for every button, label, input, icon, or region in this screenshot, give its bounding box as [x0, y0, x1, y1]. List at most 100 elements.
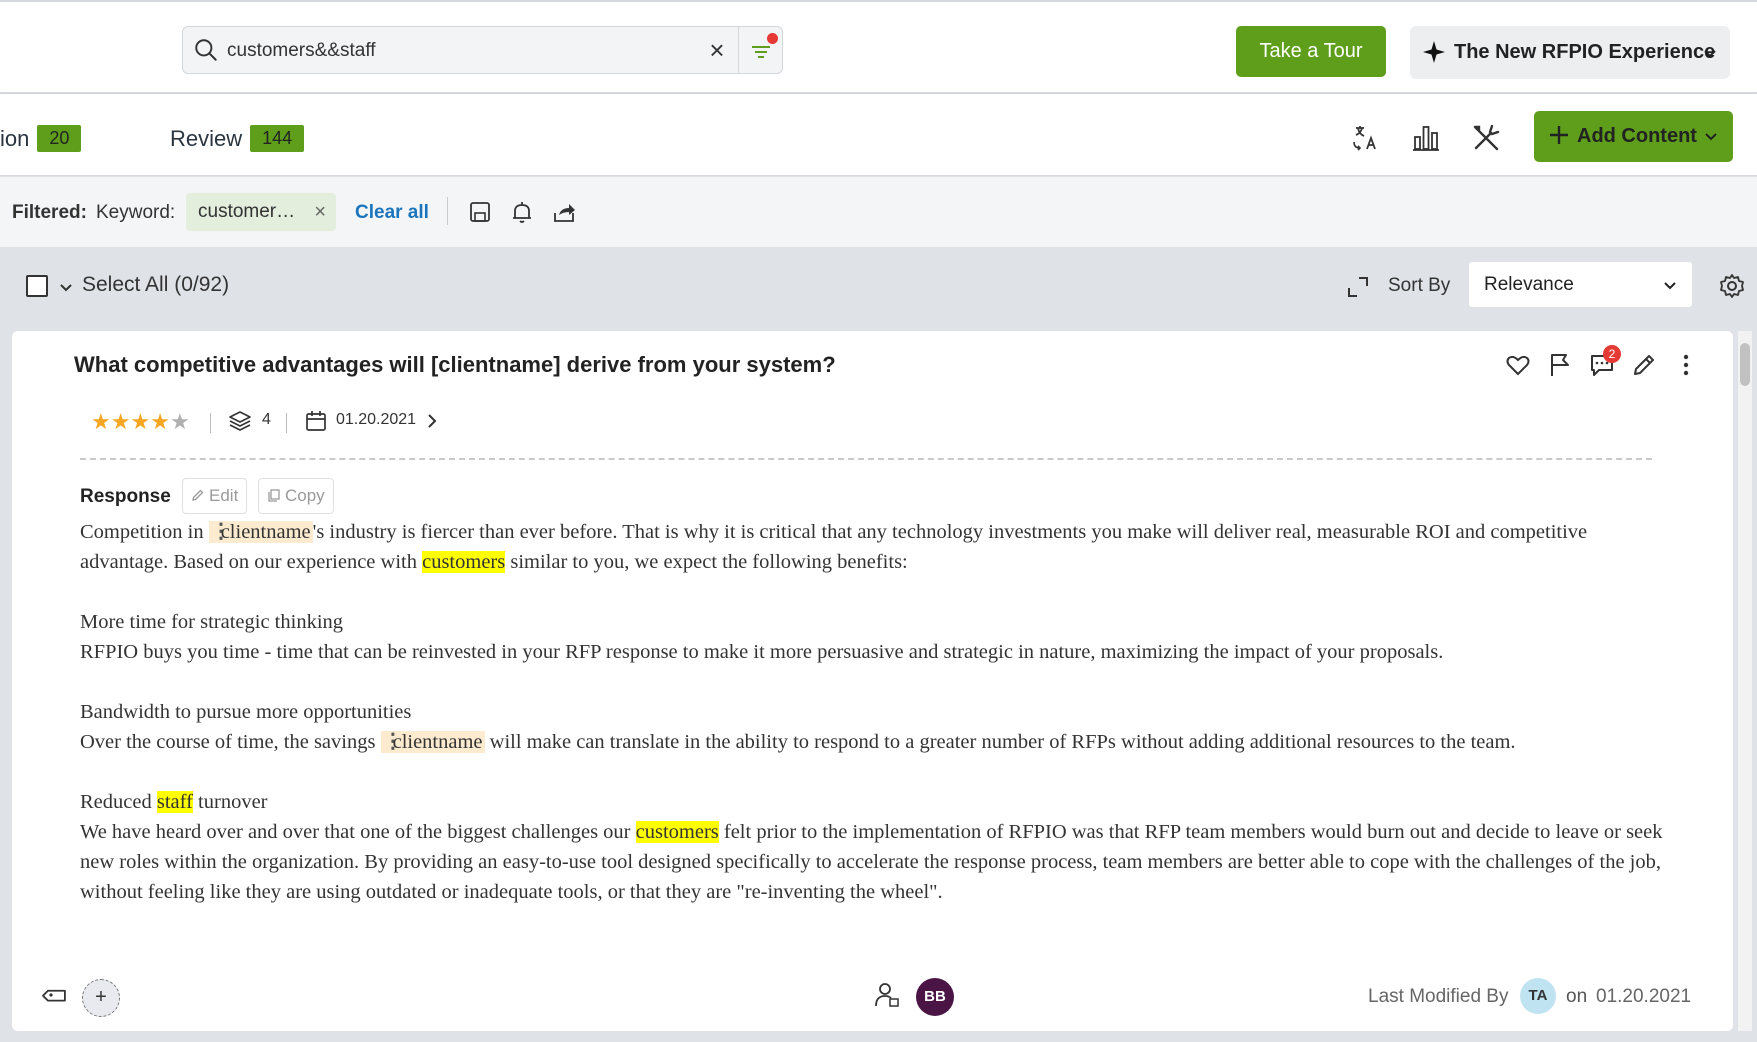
more-options-icon[interactable]: [1672, 351, 1700, 379]
copy-label: Copy: [285, 486, 325, 505]
chevron-down-icon: [1705, 133, 1717, 141]
chevron-right-icon[interactable]: [424, 413, 440, 429]
comment-count-badge: 2: [1603, 345, 1621, 363]
response-heading: More time for strategic thinking: [80, 611, 344, 633]
keyword-label: Keyword:: [96, 202, 176, 223]
edit-icon[interactable]: [1630, 351, 1658, 379]
sort-by-label: Sort By: [1388, 275, 1451, 296]
search-input[interactable]: customers&&staff: [227, 40, 376, 62]
star-icon: ★: [110, 409, 131, 434]
response-body: Competition in ⋮clientname's industry is…: [80, 517, 1670, 907]
drag-handle-icon: ⋮: [382, 730, 404, 753]
add-content-button[interactable]: Add Content: [1534, 111, 1733, 162]
keyword-highlight: customers: [422, 551, 506, 573]
card-date: 01.20.2021: [336, 411, 417, 428]
expand-icon[interactable]: [1345, 274, 1371, 300]
chevron-down-icon: [1664, 282, 1676, 290]
owner-avatar[interactable]: BB: [916, 978, 954, 1016]
share-icon[interactable]: [551, 199, 577, 225]
new-experience-button[interactable]: The New RFPIO Experience: [1410, 26, 1730, 79]
edit-label: Edit: [209, 486, 239, 505]
gear-icon[interactable]: [1718, 272, 1746, 300]
calendar-icon: [306, 411, 326, 431]
drag-handle-icon: ⋮: [210, 520, 232, 543]
text-run: Over the course of time, the savings: [80, 731, 381, 753]
clear-all-link[interactable]: Clear all: [355, 202, 429, 224]
text-run: will make can translate in the ability t…: [484, 731, 1516, 753]
response-heading: Reduced staff turnover: [80, 787, 1670, 817]
flag-icon[interactable]: [1546, 351, 1574, 379]
add-content-label: Add Content: [1577, 125, 1697, 147]
clear-search-icon[interactable]: ×: [703, 37, 731, 65]
divider-dashed: [80, 458, 1652, 460]
copy-response-button[interactable]: Copy: [258, 478, 334, 514]
keyword-chip-text: customer…: [198, 201, 296, 222]
tabs-row: ion 20 Review 144 Add Content: [0, 94, 1757, 176]
star-rating[interactable]: ★★★★★: [91, 409, 190, 435]
keyword-chip[interactable]: customer… ×: [186, 193, 336, 231]
tab-label: Review: [170, 126, 243, 151]
star-icon: ★: [169, 409, 190, 434]
placeholder-token[interactable]: ⋮clientname: [208, 520, 313, 543]
save-icon[interactable]: [467, 199, 493, 225]
copy-icon: [268, 489, 280, 502]
on-label: on: [1566, 986, 1588, 1007]
text-run: Reduced: [80, 791, 157, 813]
tab-count-badge: 20: [37, 125, 82, 152]
plus-icon: [1550, 126, 1568, 144]
search-icon: [195, 39, 217, 61]
tab-review[interactable]: Review 144: [170, 125, 305, 152]
star-icon: ★: [91, 409, 111, 434]
modified-date: 01.20.2021: [1596, 986, 1692, 1007]
response-heading: Bandwidth to pursue more opportunities: [80, 701, 412, 723]
placeholder-token[interactable]: ⋮clientname: [380, 730, 485, 753]
add-tag-button[interactable]: +: [82, 979, 120, 1017]
modifier-avatar[interactable]: TA: [1520, 978, 1556, 1014]
heart-icon[interactable]: [1504, 351, 1532, 379]
tab-label: ion: [0, 126, 30, 151]
remove-chip-icon[interactable]: ×: [314, 193, 326, 231]
pencil-icon: [192, 489, 204, 501]
tag-icon[interactable]: [42, 982, 68, 1008]
response-paragraph: Over the course of time, the savings ⋮cl…: [80, 727, 1670, 757]
scrollbar-track[interactable]: [1738, 331, 1752, 1031]
tools-icon[interactable]: [1470, 122, 1502, 154]
text-run: Competition in: [80, 521, 209, 543]
translate-icon[interactable]: [1350, 122, 1382, 154]
tab-ion[interactable]: ion 20: [0, 125, 82, 152]
assign-user-icon[interactable]: [874, 981, 902, 1009]
versions-count: 4: [262, 411, 271, 428]
scrollbar-thumb[interactable]: [1740, 343, 1750, 386]
response-label: Response: [80, 486, 171, 507]
placeholder-text: clientname: [392, 731, 483, 753]
edit-response-button[interactable]: Edit: [182, 478, 248, 514]
select-all-label: Select All (0/92): [82, 273, 230, 296]
filter-row: Filtered: Keyword: customer… × Clear all: [0, 177, 1757, 248]
new-experience-label: The New RFPIO Experience: [1454, 41, 1716, 63]
keyword-highlight: customers: [635, 821, 719, 843]
text-run: similar to you, we expect the following …: [505, 551, 908, 573]
star-icon: ★: [130, 409, 151, 434]
analytics-icon[interactable]: [1410, 122, 1442, 154]
response-paragraph: We have heard over and over that one of …: [80, 817, 1670, 907]
text-run: We have heard over and over that one of …: [80, 821, 636, 843]
chevron-down-icon[interactable]: [58, 279, 74, 295]
response-paragraph: RFPIO buys you time - time that can be r…: [80, 641, 1444, 663]
sort-select[interactable]: Relevance: [1469, 262, 1692, 307]
question-title[interactable]: What competitive advantages will [client…: [74, 352, 836, 378]
keyword-highlight: staff: [156, 791, 193, 813]
tab-count-badge: 144: [250, 125, 305, 152]
response-paragraph: Competition in ⋮clientname's industry is…: [80, 517, 1670, 577]
bell-icon[interactable]: [509, 199, 535, 225]
search-box[interactable]: customers&&staff ×: [182, 26, 783, 74]
filter-active-dot: [767, 33, 778, 44]
layers-icon: [229, 411, 251, 431]
select-all-checkbox[interactable]: [26, 275, 48, 297]
meta-divider: [210, 413, 211, 433]
filter-divider: [447, 197, 448, 225]
selection-row: Select All (0/92) Sort By Relevance: [0, 249, 1757, 329]
sort-value: Relevance: [1484, 274, 1574, 295]
take-tour-button[interactable]: Take a Tour: [1236, 26, 1386, 77]
placeholder-text: clientname: [220, 521, 311, 543]
